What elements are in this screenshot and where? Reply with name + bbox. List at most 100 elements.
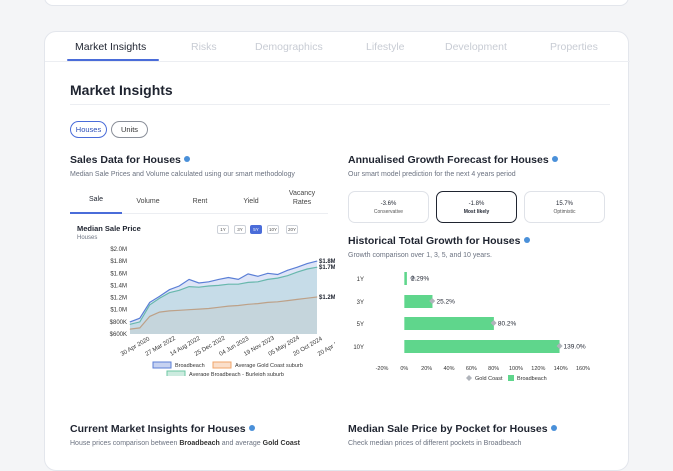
subtab-vacancy-line2: Rates: [292, 199, 312, 206]
historical-title: Historical Total Growth for Houses: [348, 235, 530, 247]
info-icon[interactable]: [550, 425, 557, 432]
range-20y-button[interactable]: 20Y: [286, 225, 298, 234]
houses-toggle[interactable]: Houses: [70, 121, 107, 138]
tab-risks[interactable]: Risks: [191, 41, 217, 53]
x-tick-label: 20%: [421, 366, 432, 372]
current-insights-title-text: Current Market Insights for Houses: [70, 423, 246, 435]
bar-value-label: 25.2%: [436, 299, 455, 306]
bar-value-label: 80.2%: [498, 321, 517, 328]
chart-title: Median Sale Price: [77, 224, 141, 233]
bar: [404, 272, 407, 285]
y-tick-label: $2.0M: [110, 247, 127, 253]
y-tick-label: $600K: [110, 332, 127, 338]
info-icon[interactable]: [551, 156, 558, 163]
forecast-conservative[interactable]: -3.6% Conservative: [348, 191, 429, 223]
previous-card: [44, 0, 629, 6]
data-point: [257, 275, 259, 277]
subtitle-region: Gold Coast: [262, 440, 300, 447]
range-3y-button[interactable]: 3Y: [234, 225, 246, 234]
range-10y-button[interactable]: 10Y: [267, 225, 279, 234]
x-tick-label: 40%: [443, 366, 454, 372]
chart-subtitle: Houses: [77, 235, 98, 241]
subtab-vacancy-rates[interactable]: Vacancy Rates: [276, 189, 328, 207]
tab-demographics[interactable]: Demographics: [255, 41, 323, 53]
tab-market-insights[interactable]: Market Insights: [75, 41, 146, 53]
forecast-label: Most likely: [463, 209, 490, 215]
legend-label: Broadbeach: [517, 376, 547, 382]
data-point: [287, 269, 288, 271]
forecast-subtitle: Our smart model prediction for the next …: [348, 171, 516, 178]
y-tick-label: $800K: [110, 320, 127, 326]
subtitle-suburb: Broadbeach: [179, 440, 220, 447]
forecast-optimistic[interactable]: 15.7% Optimistic: [524, 191, 605, 223]
category-label: 3Y: [357, 300, 364, 306]
y-tick-label: $1.8M: [110, 259, 127, 265]
data-point: [316, 260, 318, 262]
sales-data-title-text: Sales Data for Houses: [70, 154, 181, 166]
subtab-vacancy-line1: Vacancy: [288, 190, 316, 197]
data-point: [228, 277, 229, 278]
info-icon[interactable]: [523, 237, 530, 244]
tab-development[interactable]: Development: [445, 41, 507, 53]
data-point: [149, 302, 151, 303]
data-point: [178, 285, 180, 287]
forecast-title: Annualised Growth Forecast for Houses: [348, 154, 558, 166]
forecast-label: Conservative: [373, 209, 404, 215]
y-tick-label: $1.0M: [110, 308, 127, 314]
sales-metric-tabs: Sale Volume Rent Yield Vacancy Rates: [70, 190, 328, 214]
bar: [404, 295, 433, 308]
x-tick-label: 0%: [400, 366, 408, 372]
pocket-title-text: Median Sale Price by Pocket for Houses: [348, 423, 548, 435]
legend-swatch: [152, 361, 172, 369]
data-point: [139, 317, 141, 319]
subtitle-text: House prices comparison between: [70, 440, 180, 447]
data-point: [247, 273, 249, 275]
data-point: [306, 263, 308, 264]
tab-lifestyle[interactable]: Lifestyle: [366, 41, 405, 53]
y-tick-label: $1.6M: [110, 271, 127, 277]
subtitle-text: and average: [219, 440, 263, 447]
category-label: 10Y: [353, 345, 364, 351]
range-1y-button[interactable]: 1Y: [217, 225, 229, 234]
series-end-label: $1.7M: [319, 265, 335, 271]
subtab-yield[interactable]: Yield: [225, 198, 277, 205]
legend-label: Average Broadbeach - Burleigh suburb: [189, 372, 284, 376]
subtab-rent[interactable]: Rent: [174, 198, 226, 205]
data-point: [208, 281, 210, 283]
tab-properties[interactable]: Properties: [550, 41, 598, 53]
legend-swatch: [212, 361, 232, 369]
data-point: [129, 321, 131, 323]
info-icon[interactable]: [183, 156, 190, 163]
units-toggle[interactable]: Units: [111, 121, 148, 138]
forecast-label: Optimistic: [553, 209, 576, 215]
sales-data-subtitle: Median Sale Prices and Volume calculated…: [70, 171, 295, 178]
range-5y-button[interactable]: 5Y: [250, 225, 262, 234]
pocket-subtitle: Check median prices of different pockets…: [348, 440, 522, 447]
bar: [404, 317, 494, 330]
forecast-value: 15.7%: [555, 201, 573, 207]
subtab-volume[interactable]: Volume: [122, 198, 174, 205]
data-point: [168, 289, 170, 291]
sales-data-title: Sales Data for Houses: [70, 154, 190, 166]
x-tick-label: 140%: [554, 366, 568, 372]
x-tick-label: -20%: [376, 366, 389, 372]
info-icon[interactable]: [248, 425, 255, 432]
forecast-most-likely[interactable]: -1.8% Most likely: [436, 191, 517, 223]
data-point: [159, 295, 160, 297]
legend-swatch: [508, 375, 514, 381]
divider: [70, 104, 610, 105]
median-price-chart: $2.0M $1.8M $1.6M $1.4M $1.2M $1.0M $800K $600K…: [110, 247, 335, 376]
legend-label: Average Gold Coast suburb: [235, 363, 303, 369]
legend-label: Gold Coast: [475, 376, 503, 382]
page-title: Market Insights: [70, 82, 173, 98]
section-tabs: Market Insights Risks Demographics Lifes…: [45, 32, 630, 62]
y-tick-label: $1.4M: [110, 283, 127, 289]
bar: [404, 340, 560, 353]
subtab-sale[interactable]: Sale: [70, 196, 122, 203]
data-point: [277, 274, 279, 275]
pocket-title: Median Sale Price by Pocket for Houses: [348, 423, 557, 435]
forecast-value: -3.6%: [380, 201, 397, 207]
x-tick-label: 100%: [509, 366, 523, 372]
data-point: [188, 278, 190, 280]
legend-swatch: [466, 375, 472, 381]
